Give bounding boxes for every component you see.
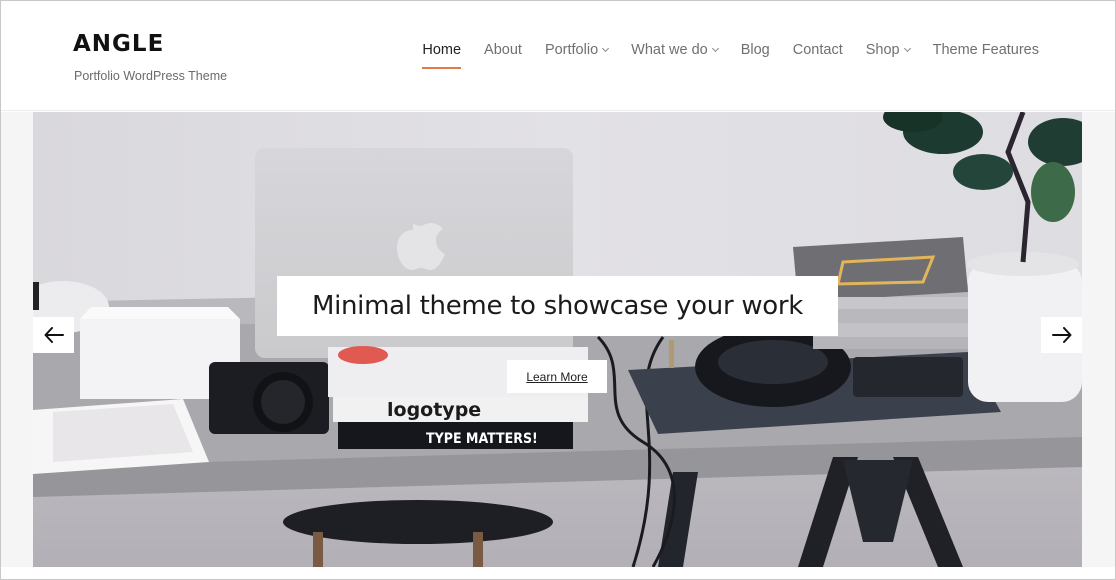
chevron-down-icon bbox=[903, 44, 911, 52]
nav-item-shop[interactable]: Shop bbox=[865, 42, 911, 58]
nav-item-home[interactable]: Home bbox=[422, 42, 462, 69]
nav-item-label: What we do bbox=[631, 42, 708, 58]
hero-image: logotype TYPE MATTERS! bbox=[33, 112, 1082, 567]
nav-item-theme-features[interactable]: Theme Features bbox=[933, 42, 1039, 58]
nav-item-label: Shop bbox=[865, 42, 900, 58]
nav-item-contact[interactable]: Contact bbox=[793, 42, 843, 58]
nav-item-label: Portfolio bbox=[544, 42, 599, 58]
nav-item-label: Blog bbox=[740, 42, 770, 58]
nav-item-label: Contact bbox=[792, 42, 843, 58]
chevron-down-icon bbox=[711, 44, 719, 52]
nav-item-label: About bbox=[484, 42, 522, 58]
site-title[interactable]: ANGLE bbox=[73, 31, 164, 57]
slide-caption-text: Minimal theme to showcase your work bbox=[311, 291, 804, 321]
page-frame: ANGLE Portfolio WordPress Theme Home Abo… bbox=[0, 0, 1116, 580]
slider-prev-button[interactable] bbox=[33, 317, 74, 353]
nav-item-portfolio[interactable]: Portfolio bbox=[544, 42, 610, 58]
nav-item-blog[interactable]: Blog bbox=[741, 42, 770, 58]
hero-slider: logotype TYPE MATTERS! Minimal theme to … bbox=[33, 112, 1082, 567]
nav-item-what-we-do[interactable]: What we do bbox=[631, 42, 719, 58]
nav-item-label: Home bbox=[422, 42, 462, 58]
arrow-right-icon bbox=[1051, 327, 1071, 343]
nav-item-label: Theme Features bbox=[932, 42, 1039, 58]
main-nav: Home About Portfolio What we do Blog Con… bbox=[422, 42, 1039, 69]
chevron-down-icon bbox=[602, 44, 610, 52]
book-type-matters-text: TYPE MATTERS! bbox=[426, 431, 538, 447]
book-logotype-text: logotype bbox=[387, 399, 481, 421]
site-header: ANGLE Portfolio WordPress Theme Home Abo… bbox=[1, 1, 1115, 111]
slider-next-button[interactable] bbox=[1041, 317, 1082, 353]
nav-item-about[interactable]: About bbox=[484, 42, 522, 58]
arrow-left-icon bbox=[44, 327, 64, 343]
site-tagline: Portfolio WordPress Theme bbox=[74, 69, 228, 83]
learn-more-button[interactable]: Learn More bbox=[507, 360, 607, 393]
slide-caption: Minimal theme to showcase your work bbox=[277, 276, 838, 336]
learn-more-label: Learn More bbox=[526, 369, 588, 384]
page-bottom bbox=[1, 567, 1115, 579]
